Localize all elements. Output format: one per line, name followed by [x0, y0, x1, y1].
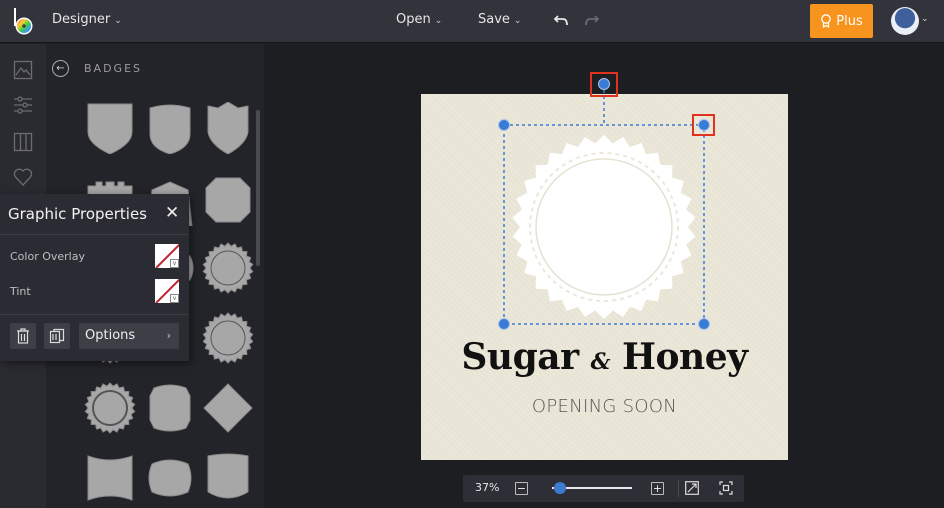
- save-menu[interactable]: Save ⌄: [478, 12, 521, 27]
- section-title: BADGES: [84, 62, 142, 75]
- befunky-logo-icon[interactable]: [12, 6, 36, 36]
- zoom-level[interactable]: 37%: [475, 481, 499, 494]
- color-overlay-swatch[interactable]: v: [155, 244, 179, 268]
- zoom-bar: 37% − +: [463, 475, 744, 502]
- arrow-left-icon: ←: [56, 63, 65, 74]
- badge-curved-shield-badge[interactable]: [202, 452, 254, 504]
- duplicate-icon: [49, 328, 65, 344]
- design-subtitle[interactable]: OPENING SOON: [421, 396, 788, 417]
- redo-icon[interactable]: [582, 11, 600, 29]
- badge-diamond-badge[interactable]: [202, 382, 254, 434]
- color-overlay-label: Color Overlay: [10, 250, 85, 263]
- undo-icon[interactable]: [553, 11, 571, 29]
- tint-swatch[interactable]: v: [155, 279, 179, 303]
- tint-label: Tint: [10, 285, 31, 298]
- divider: [0, 234, 189, 235]
- title-word-2: Honey: [622, 336, 748, 378]
- chevron-down-icon[interactable]: ⌄: [921, 14, 929, 24]
- badge-rounded-tag-badge[interactable]: [144, 452, 196, 504]
- resize-handle-bottom-right[interactable]: [698, 318, 710, 330]
- trash-icon: [17, 328, 29, 344]
- resize-handle-bottom-left[interactable]: [498, 318, 510, 330]
- open-menu[interactable]: Open ⌄: [396, 12, 442, 27]
- delete-button[interactable]: [10, 323, 36, 349]
- award-icon: [821, 14, 832, 28]
- image-icon[interactable]: [13, 60, 33, 80]
- badge-ornate-frame-badge[interactable]: [144, 382, 196, 434]
- badge-shield-3[interactable]: [202, 102, 254, 154]
- divider: [678, 480, 679, 497]
- top-bar: Designer ⌄ Open ⌄ Save ⌄ Plus ⌄: [0, 0, 944, 43]
- rotate-handle[interactable]: [598, 78, 610, 90]
- badge-seal-ring-badge[interactable]: [84, 382, 136, 434]
- badge-shield-1[interactable]: [84, 102, 136, 154]
- design-title[interactable]: Sugar & Honey: [421, 336, 788, 378]
- resize-handle-top-left[interactable]: [498, 119, 510, 131]
- app: Designer ⌄ Open ⌄ Save ⌄ Plus ⌄ ← BADGES Su…: [0, 0, 944, 508]
- back-button[interactable]: ←: [52, 60, 69, 77]
- chevron-right-icon: ›: [166, 329, 171, 342]
- badge-shield-2[interactable]: [144, 102, 196, 154]
- zoom-out-button[interactable]: −: [515, 482, 528, 495]
- chevron-down-icon: ⌄: [513, 16, 522, 26]
- seal-badge-graphic[interactable]: [511, 134, 697, 320]
- chevron-down-icon: v: [170, 259, 179, 268]
- chevron-down-icon: ⌄: [114, 16, 122, 26]
- avatar[interactable]: [891, 7, 919, 35]
- fullscreen-icon[interactable]: [719, 481, 733, 495]
- badge-banner-frame-badge[interactable]: [84, 452, 136, 504]
- badge-scalloped-label-3[interactable]: [202, 242, 254, 294]
- designer-menu[interactable]: Designer ⌄: [52, 12, 122, 27]
- title-word-1: Sugar: [461, 336, 579, 378]
- options-label: Options: [85, 328, 136, 343]
- heart-icon[interactable]: [13, 167, 33, 187]
- chevron-down-icon: v: [170, 294, 179, 303]
- designer-label: Designer: [52, 12, 111, 27]
- chevron-down-icon: ⌄: [434, 16, 443, 26]
- save-label: Save: [478, 12, 510, 27]
- title-ampersand: &: [590, 349, 611, 375]
- badge-seal-badge-3[interactable]: [202, 312, 254, 364]
- options-button[interactable]: Options ›: [79, 323, 179, 349]
- open-label: Open: [396, 12, 431, 27]
- badge-octagon-badge[interactable]: [202, 174, 254, 226]
- plus-upgrade-button[interactable]: Plus: [810, 4, 873, 38]
- panel-title: Graphic Properties: [8, 205, 147, 223]
- duplicate-button[interactable]: [44, 323, 70, 349]
- plus-label: Plus: [836, 13, 863, 29]
- panel-scrollbar[interactable]: [256, 110, 260, 266]
- fit-to-screen-icon[interactable]: [685, 481, 699, 495]
- sliders-icon[interactable]: [13, 95, 33, 115]
- close-icon[interactable]: ✕: [165, 203, 179, 223]
- resize-handle-top-right[interactable]: [698, 119, 710, 131]
- divider: [0, 314, 189, 315]
- zoom-in-button[interactable]: +: [651, 482, 664, 495]
- zoom-slider-thumb[interactable]: [554, 482, 566, 494]
- columns-icon[interactable]: [13, 132, 33, 152]
